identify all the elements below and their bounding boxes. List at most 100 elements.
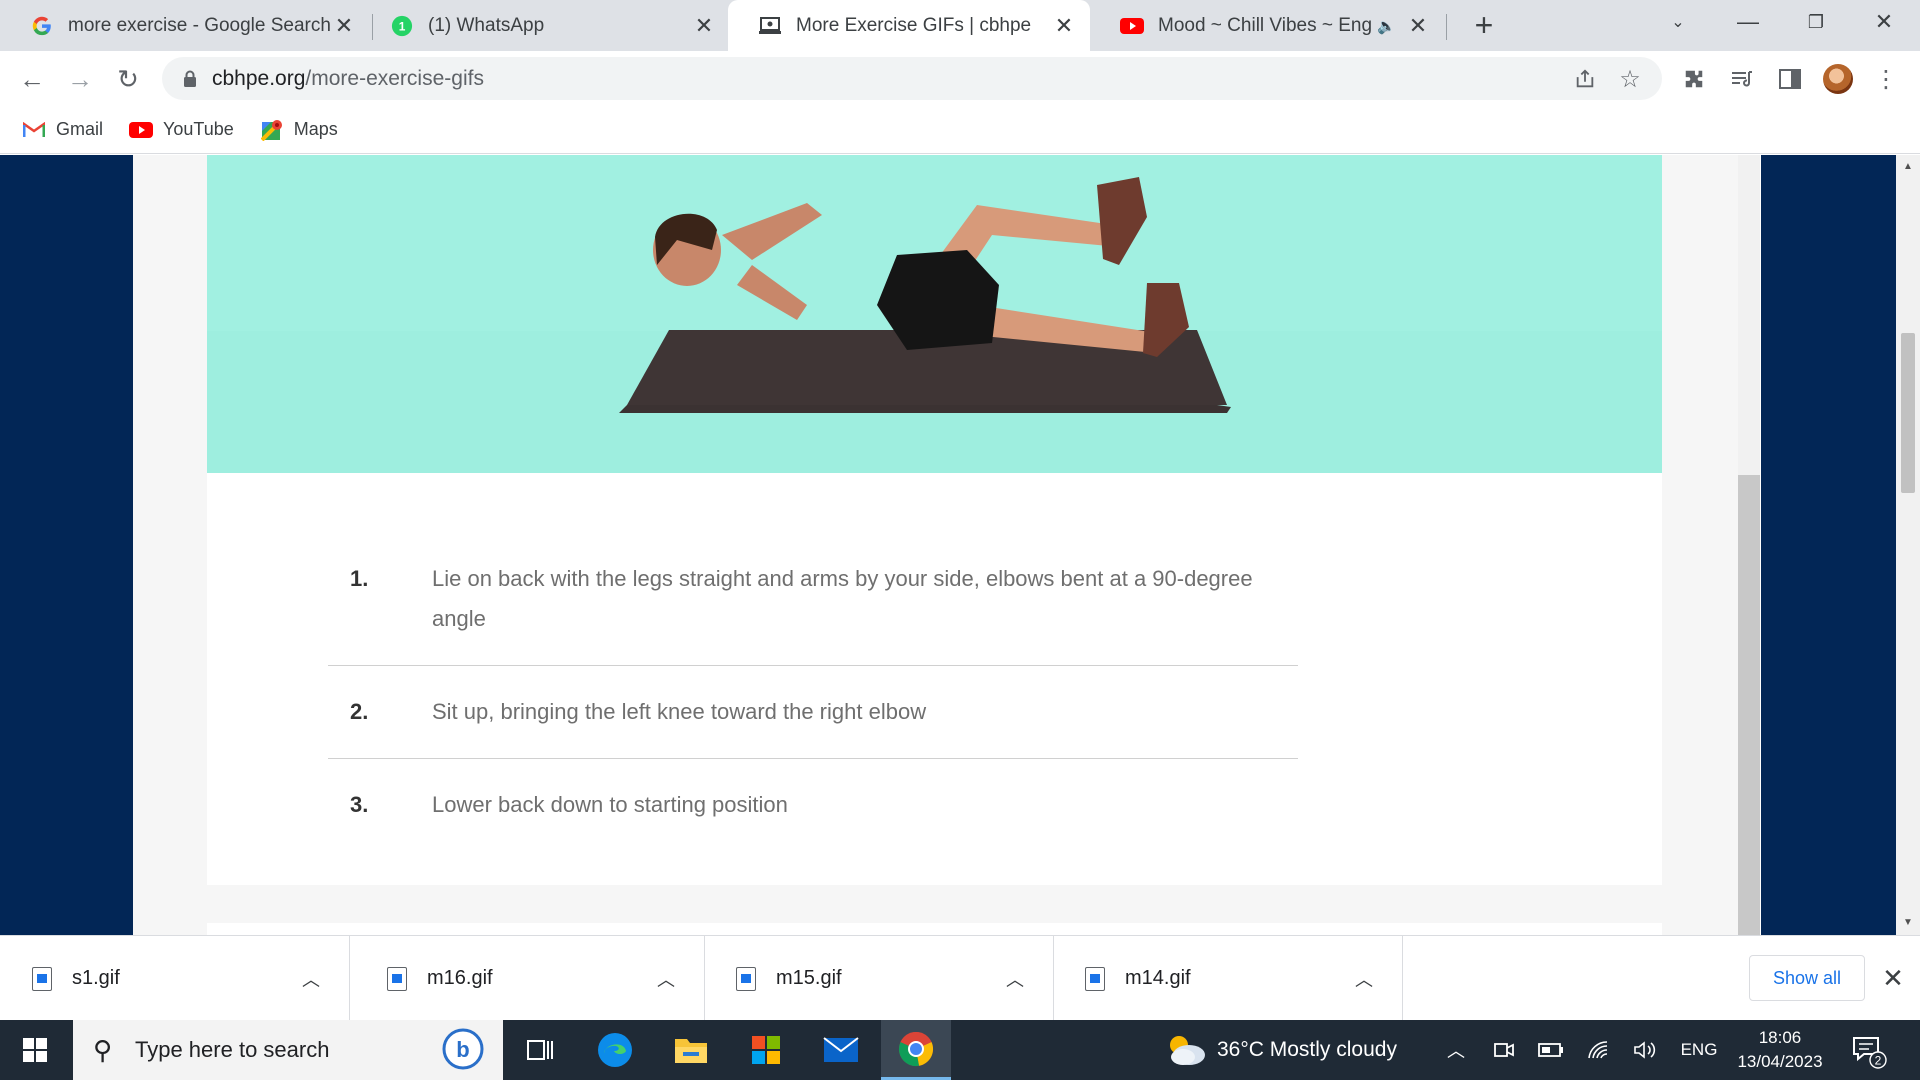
download-filename: m14.gif — [1125, 967, 1191, 989]
youtube-icon — [129, 120, 154, 140]
new-tab-button[interactable]: + — [1466, 8, 1502, 42]
url-domain: cbhpe.org — [212, 66, 306, 90]
restore-icon[interactable]: ❐ — [1786, 0, 1846, 44]
download-item[interactable]: m14.gif ︿ — [1053, 936, 1403, 1021]
close-icon[interactable]: ✕ — [1406, 13, 1430, 39]
toolbar: ← → ↻ cbhpe.org/more-exercise-gifs ☆ ⋮ — [0, 51, 1920, 106]
address-bar[interactable]: cbhpe.org/more-exercise-gifs ☆ — [162, 57, 1662, 100]
close-icon[interactable]: ✕ — [692, 13, 716, 39]
clock-time: 18:06 — [1758, 1028, 1802, 1047]
chevron-up-icon[interactable]: ︿ — [291, 966, 331, 992]
chevron-up-icon[interactable]: ︿ — [646, 966, 686, 992]
close-icon[interactable]: ✕ — [332, 13, 356, 39]
tab-youtube-mood[interactable]: Mood ~ Chill Vibes ~ English 🔈 ✕ — [1090, 0, 1444, 51]
wifi-icon[interactable] — [1582, 1020, 1616, 1080]
bookmark-youtube[interactable]: YouTube — [129, 119, 234, 140]
list-item: 2. Sit up, bringing the left knee toward… — [328, 666, 1298, 759]
whatsapp-icon: 1 — [390, 14, 414, 38]
file-explorer-icon[interactable] — [656, 1020, 726, 1080]
whatsapp-badge: 1 — [399, 19, 406, 33]
download-filename: m15.gif — [776, 967, 842, 989]
task-view-icon[interactable] — [505, 1020, 575, 1080]
tab-search-icon[interactable]: ⌄ — [1648, 0, 1708, 44]
step-number: 3. — [350, 792, 369, 817]
tab-title: Mood ~ Chill Vibes ~ English — [1158, 14, 1372, 36]
downloads-bar: s1.gif ︿ m16.gif ︿ m15.gif ︿ m14.gif ︿ S… — [0, 935, 1920, 1021]
window-close-icon[interactable]: ✕ — [1854, 0, 1914, 44]
youtube-icon — [1120, 14, 1144, 38]
meet-now-icon[interactable] — [1488, 1020, 1520, 1080]
battery-icon[interactable] — [1534, 1020, 1568, 1080]
chrome-icon[interactable] — [881, 1020, 951, 1080]
step-text: Lower back down to starting position — [432, 792, 788, 817]
gmail-icon — [22, 120, 46, 140]
download-item[interactable]: m15.gif ︿ — [704, 936, 1054, 1021]
scrollbar-thumb[interactable] — [1901, 333, 1915, 493]
bookmark-star-icon[interactable]: ☆ — [1612, 61, 1648, 97]
share-icon[interactable] — [1567, 61, 1603, 97]
bookmark-label: YouTube — [163, 119, 234, 139]
forward-icon[interactable]: → — [60, 59, 100, 99]
arm — [737, 265, 807, 320]
url-path: /more-exercise-gifs — [305, 66, 484, 90]
tab-separator — [1446, 14, 1447, 40]
tab-more-exercise-gifs[interactable]: More Exercise GIFs | cbhpe ✕ — [728, 0, 1090, 51]
page-scroll-thumb[interactable] — [1738, 475, 1760, 935]
tab-whatsapp[interactable]: 1 (1) WhatsApp ✕ — [360, 0, 730, 51]
exercise-gif — [207, 155, 1662, 473]
speaker-icon[interactable]: 🔈 — [1377, 17, 1396, 35]
profile-avatar[interactable] — [1823, 64, 1853, 94]
tab-google-search[interactable]: more exercise - Google Search ✕ — [0, 0, 370, 51]
download-item[interactable]: s1.gif ︿ — [0, 936, 350, 1021]
windows-taskbar: ⚲ Type here to search b 36°C Mostly clou… — [0, 1020, 1920, 1080]
reload-icon[interactable]: ↻ — [108, 59, 148, 99]
menu-icon[interactable]: ⋮ — [1870, 63, 1902, 95]
taskbar-search[interactable]: ⚲ Type here to search b — [73, 1020, 503, 1080]
start-button[interactable] — [0, 1020, 70, 1080]
clock-date: 13/04/2023 — [1737, 1052, 1823, 1071]
image-file-icon — [1085, 966, 1105, 991]
bing-icon[interactable]: b — [441, 1027, 487, 1073]
notification-count: 2 — [1875, 1054, 1882, 1068]
lock-icon[interactable] — [180, 70, 200, 88]
bookmark-label: Gmail — [56, 119, 104, 139]
search-icon: ⚲ — [93, 1034, 113, 1065]
chevron-up-icon[interactable]: ︿ — [1344, 966, 1384, 992]
extensions-icon[interactable] — [1678, 63, 1710, 95]
close-downloads-icon[interactable]: ✕ — [1876, 958, 1910, 998]
volume-icon[interactable] — [1628, 1020, 1662, 1080]
page-viewport: 1. Lie on back with the legs straight an… — [0, 155, 1920, 935]
side-panel-icon[interactable] — [1774, 63, 1806, 95]
show-all-button[interactable]: Show all — [1749, 955, 1865, 1001]
minimize-icon[interactable]: — — [1718, 0, 1778, 44]
list-item: 1. Lie on back with the legs straight an… — [328, 533, 1298, 666]
weather-widget[interactable]: 36°C Mostly cloudy — [1165, 1020, 1397, 1080]
tab-title: more exercise - Google Search — [68, 14, 331, 36]
bookmark-maps[interactable]: Maps — [260, 119, 338, 141]
microsoft-store-icon[interactable] — [731, 1020, 801, 1080]
mail-icon[interactable] — [806, 1020, 876, 1080]
browser-scrollbar[interactable]: ▲ ▼ — [1896, 155, 1920, 935]
scroll-down-icon[interactable]: ▼ — [1896, 917, 1920, 928]
language-indicator[interactable]: ENG — [1674, 1020, 1724, 1080]
chevron-up-icon[interactable]: ︿ — [995, 966, 1035, 992]
bookmark-label: Maps — [293, 119, 338, 139]
download-item[interactable]: m16.gif ︿ — [355, 936, 705, 1021]
edge-icon[interactable] — [580, 1020, 650, 1080]
close-icon[interactable]: ✕ — [1052, 13, 1076, 39]
notification-center-icon[interactable]: 2 — [1848, 1030, 1888, 1070]
bookmarks-bar: Gmail YouTube Maps — [0, 106, 1920, 154]
taskbar-clock[interactable]: 18:06 13/04/2023 — [1725, 1026, 1835, 1074]
reading-list-icon[interactable] — [1726, 63, 1758, 95]
google-icon — [30, 14, 54, 38]
exercise-mat — [619, 405, 1231, 413]
bookmark-gmail[interactable]: Gmail — [22, 119, 103, 140]
tab-strip: more exercise - Google Search ✕ 1 (1) Wh… — [0, 0, 1920, 51]
image-file-icon — [387, 966, 407, 991]
page-side-panel-left — [0, 155, 133, 935]
scroll-up-icon[interactable]: ▲ — [1896, 161, 1920, 172]
show-hidden-icons[interactable]: ︿ — [1440, 1020, 1472, 1080]
back-icon[interactable]: ← — [12, 59, 52, 99]
exercise-steps-list: 1. Lie on back with the legs straight an… — [328, 533, 1298, 851]
step-text: Sit up, bringing the left knee toward th… — [432, 699, 927, 724]
